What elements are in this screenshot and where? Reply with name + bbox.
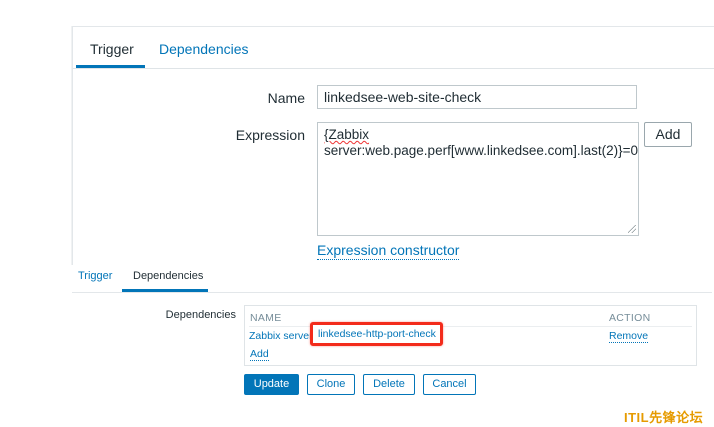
dependencies-label: Dependencies xyxy=(165,309,236,321)
tab-dependencies[interactable]: Dependencies xyxy=(159,41,249,57)
expression-label: Expression xyxy=(235,127,305,143)
bottom-tab-bar: Trigger Dependencies xyxy=(72,262,712,293)
trigger-form-panel: Trigger Dependencies Name Expression {Za… xyxy=(72,26,714,265)
tab-trigger-small[interactable]: Trigger xyxy=(78,270,112,282)
expression-textarea[interactable]: {Zabbix server:web.page.perf[www.linkeds… xyxy=(317,122,639,236)
column-header-action: ACTION xyxy=(609,312,651,324)
watermark-logo: ITIL先锋论坛 xyxy=(624,410,704,425)
add-dependency-link[interactable]: Add xyxy=(250,348,269,361)
name-label: Name xyxy=(267,90,305,106)
expression-constructor-link[interactable]: Expression constructor xyxy=(317,242,460,260)
highlighted-dependency-text[interactable]: linkedsee-http-port-check xyxy=(318,328,436,340)
name-input[interactable] xyxy=(317,85,637,109)
tab-trigger[interactable]: Trigger xyxy=(90,41,134,57)
active-tab-indicator-small xyxy=(122,289,208,292)
active-tab-indicator xyxy=(76,65,145,68)
expression-line-2: server:web.page.perf[www.linkedsee.com].… xyxy=(324,143,639,158)
clone-button[interactable]: Clone xyxy=(307,374,355,395)
delete-button[interactable]: Delete xyxy=(363,374,415,395)
resize-grip-icon[interactable] xyxy=(628,225,636,233)
expression-line-1: {Zabbix xyxy=(324,127,370,142)
tab-dependencies-small[interactable]: Dependencies xyxy=(133,270,203,282)
update-button[interactable]: Update xyxy=(244,374,299,395)
cancel-button[interactable]: Cancel xyxy=(423,374,476,395)
highlight-annotation-box: linkedsee-http-port-check xyxy=(310,322,443,346)
add-expression-button[interactable]: Add xyxy=(644,122,692,147)
remove-dependency-link[interactable]: Remove xyxy=(609,330,649,343)
top-tab-bar: Trigger Dependencies xyxy=(73,27,714,69)
column-header-name: NAME xyxy=(250,312,282,324)
